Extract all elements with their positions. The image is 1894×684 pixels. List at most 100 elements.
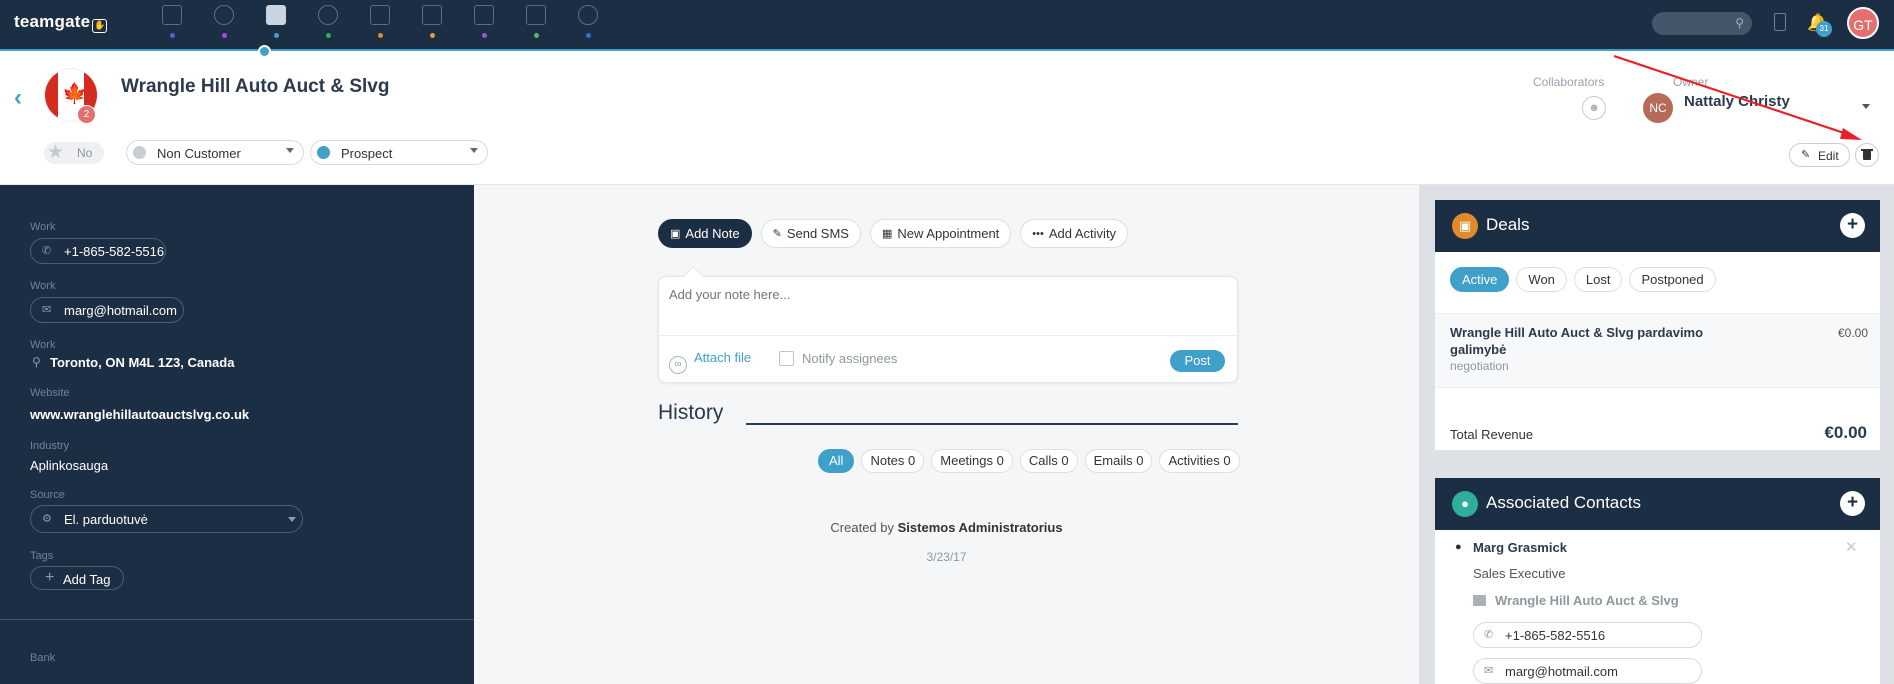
nav-tasks[interactable] xyxy=(458,0,510,49)
nav-dashboard[interactable] xyxy=(146,0,198,49)
owner-avatar: NC xyxy=(1643,93,1673,123)
attach-file-link[interactable]: ∞ Attach file xyxy=(669,350,751,374)
action-tab-add-note[interactable]: ▣ Add Note xyxy=(658,219,752,248)
nav-dot xyxy=(170,33,175,38)
search-input[interactable]: ⚲ xyxy=(1652,12,1752,35)
action-tab-add-activity[interactable]: ••• Add Activity xyxy=(1020,219,1129,248)
delete-button[interactable] xyxy=(1855,143,1879,167)
website-label: Website xyxy=(30,387,70,399)
deal-tab-won[interactable]: Won xyxy=(1516,267,1567,292)
chevron-down-icon xyxy=(288,517,296,522)
address-value[interactable]: Toronto, ON M4L 1Z3, Canada xyxy=(50,355,234,370)
back-arrow-icon[interactable]: ‹ xyxy=(14,84,22,112)
action-tab-label: New Appointment xyxy=(897,226,1000,241)
company-name: Wrangle Hill Auto Auct & Slvg xyxy=(121,76,390,97)
filter-tab-meetings[interactable]: Meetings 0 xyxy=(931,449,1013,473)
deal-tab-lost[interactable]: Lost xyxy=(1573,267,1623,292)
pie-icon xyxy=(578,5,598,25)
status-select[interactable]: Non Customer xyxy=(126,140,304,165)
status-select-value: Non Customer xyxy=(157,146,241,161)
person-icon: ● xyxy=(1452,491,1478,517)
nav-dot xyxy=(482,33,487,38)
contact-phone-field[interactable]: ✆ +1-865-582-5516 xyxy=(1473,622,1702,648)
person-icon xyxy=(318,5,338,25)
contact-job-title: Sales Executive xyxy=(1473,566,1566,581)
action-tab-new-appointment[interactable]: ▦ New Appointment xyxy=(869,219,1012,248)
person-icon: ● xyxy=(1455,541,1462,553)
deal-tab-active[interactable]: Active xyxy=(1450,267,1510,292)
dashboard-icon xyxy=(162,5,182,25)
note-divider xyxy=(659,335,1237,336)
chevron-down-icon xyxy=(470,148,478,153)
phone-icon[interactable] xyxy=(1774,13,1786,31)
add-deal-button[interactable]: + xyxy=(1840,213,1865,238)
nav-reports[interactable] xyxy=(562,0,614,49)
nav-calendar[interactable] xyxy=(406,0,458,49)
contact-phone-value: +1-865-582-5516 xyxy=(1505,628,1606,643)
deals-panel-header: ▣ Deals + xyxy=(1435,200,1880,252)
type-select-value: Prospect xyxy=(341,146,393,161)
owner-name[interactable]: Nattaly Christy xyxy=(1684,93,1790,110)
email-field[interactable]: ✉ marg@hotmail.com xyxy=(30,297,184,323)
user-avatar[interactable]: GT xyxy=(1847,7,1879,39)
website-link[interactable]: www.wranglehillautoauctslvg.co.uk xyxy=(30,407,249,422)
edit-button[interactable]: ✎ Edit xyxy=(1789,143,1850,167)
owner-chevron-down-icon[interactable] xyxy=(1862,104,1870,109)
collaborators-label: Collaborators xyxy=(1533,75,1605,89)
search-icon: ⚲ xyxy=(1735,16,1744,30)
add-contact-button[interactable]: + xyxy=(1840,491,1865,516)
nav-dot xyxy=(534,33,539,38)
add-tag-button[interactable]: + Add Tag xyxy=(30,566,124,590)
deal-stage: negotiation xyxy=(1450,359,1509,373)
activity-center: ▣ Add Note ✎ Send SMS ▦ New Appointment ••• Add… xyxy=(474,185,1419,684)
type-select[interactable]: Prospect xyxy=(310,140,488,165)
bank-label: Bank xyxy=(30,652,56,664)
nav-deals[interactable] xyxy=(354,0,406,49)
source-label: Source xyxy=(30,489,65,501)
teamgate-logo[interactable]: teamgate ✋ xyxy=(14,12,108,33)
briefcase-icon: ▣ xyxy=(1452,213,1478,239)
notify-assignees-checkbox[interactable]: Notify assignees xyxy=(779,351,897,366)
action-tabs: ▣ Add Note ✎ Send SMS ▦ New Appointment ••• Add… xyxy=(658,219,1129,248)
filter-tab-notes[interactable]: Notes 0 xyxy=(861,449,925,473)
favorite-toggle[interactable]: ★ No xyxy=(44,142,104,164)
action-tab-send-sms[interactable]: ✎ Send SMS xyxy=(760,219,861,248)
filter-tab-activities[interactable]: Activities 0 xyxy=(1159,449,1240,473)
filter-tab-calls[interactable]: Calls 0 xyxy=(1019,449,1078,473)
briefcase-icon xyxy=(370,5,390,25)
contact-email-field[interactable]: ✉ marg@hotmail.com xyxy=(1473,658,1702,684)
edit-label: Edit xyxy=(1818,149,1839,163)
created-by-text: Created by Sistemos Administratorius xyxy=(474,520,1419,535)
contact-company[interactable]: Wrangle Hill Auto Auct & Slvg xyxy=(1473,593,1679,608)
action-tab-label: Add Note xyxy=(685,226,740,241)
nav-companies[interactable] xyxy=(250,0,302,49)
calendar-icon xyxy=(422,5,442,25)
nav-goals[interactable] xyxy=(198,0,250,49)
right-panels: ▣ Deals + Active Won Lost Postponed Wrangle… xyxy=(1419,185,1894,684)
phone-value: +1-865-582-5516 xyxy=(64,244,165,259)
deal-row[interactable]: Wrangle Hill Auto Auct & Slvg pardavimo … xyxy=(1435,313,1880,388)
deal-name: Wrangle Hill Auto Auct & Slvg pardavimo … xyxy=(1450,325,1704,357)
more-icon: ••• xyxy=(1032,227,1044,240)
star-icon: ★ xyxy=(47,142,65,163)
created-by-prefix: Created by xyxy=(830,520,894,535)
note-input[interactable] xyxy=(669,287,1229,302)
deal-tabs: Active Won Lost Postponed xyxy=(1450,267,1716,292)
created-by-user: Sistemos Administratorius xyxy=(897,520,1063,535)
source-select[interactable]: ⚙ El. parduotuvė xyxy=(30,505,303,533)
remove-contact-icon[interactable]: ✕ xyxy=(1845,538,1858,556)
contact-name[interactable]: Marg Grasmick xyxy=(1473,540,1567,555)
add-collaborator-icon[interactable]: ☻ xyxy=(1582,96,1606,120)
filter-tab-all[interactable]: All xyxy=(818,449,855,473)
folder-icon xyxy=(1473,595,1486,606)
deal-tab-postponed[interactable]: Postponed xyxy=(1629,267,1716,292)
post-button[interactable]: Post xyxy=(1170,350,1225,372)
phone-field[interactable]: ✆ +1-865-582-5516 xyxy=(30,238,166,264)
note-icon xyxy=(526,5,546,25)
favorite-label: No xyxy=(77,146,93,160)
action-tab-label: Add Activity xyxy=(1048,226,1117,241)
filter-tab-emails[interactable]: Emails 0 xyxy=(1084,449,1153,473)
nav-notes[interactable] xyxy=(510,0,562,49)
history-filters: All Notes 0 Meetings 0 Calls 0 Emails 0 Activ… xyxy=(818,449,1240,473)
nav-people[interactable] xyxy=(302,0,354,49)
